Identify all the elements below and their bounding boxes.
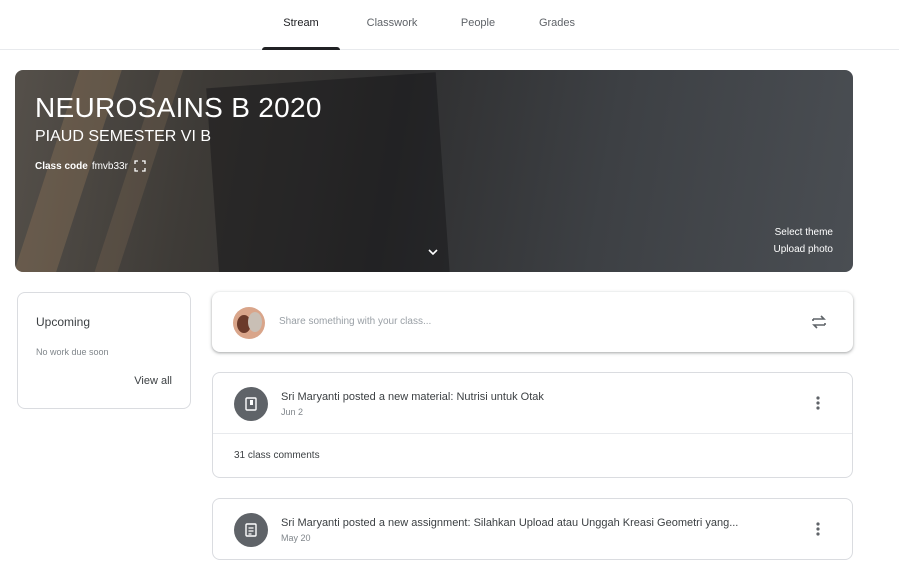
chevron-down-icon[interactable] [425, 244, 441, 260]
material-icon [234, 387, 268, 421]
post-headline[interactable]: Sri Maryanti posted a new material: Nutr… [281, 391, 544, 403]
class-code-label: Class code [35, 160, 88, 172]
tab-grades[interactable]: Grades [524, 0, 590, 50]
class-banner: NEUROSAINS B 2020 PIAUD SEMESTER VI B Cl… [15, 70, 853, 272]
avatar [233, 307, 265, 339]
class-comments-link[interactable]: 31 class comments [234, 450, 320, 461]
select-theme-link[interactable]: Select theme [775, 227, 833, 238]
tab-stream[interactable]: Stream [262, 0, 340, 50]
top-navigation: Stream Classwork People Grades [0, 0, 899, 50]
class-title: NEUROSAINS B 2020 [35, 92, 322, 123]
upcoming-card: Upcoming No work due soon View all [17, 292, 191, 409]
tab-classwork[interactable]: Classwork [352, 0, 432, 50]
post-divider [213, 433, 852, 434]
stream-post[interactable]: Sri Maryanti posted a new assignment: Si… [212, 498, 853, 560]
stream-post[interactable]: Sri Maryanti posted a new material: Nutr… [212, 372, 853, 478]
fullscreen-icon[interactable] [134, 160, 146, 172]
repost-icon[interactable] [809, 312, 829, 332]
more-options-icon[interactable] [810, 393, 826, 413]
class-section: PIAUD SEMESTER VI B [35, 128, 212, 145]
tab-people[interactable]: People [446, 0, 510, 50]
post-date: May 20 [281, 533, 311, 543]
view-all-link[interactable]: View all [134, 375, 172, 387]
more-options-icon[interactable] [810, 519, 826, 539]
share-input[interactable]: Share something with your class... [279, 316, 431, 327]
class-code: Class code fmvb33r [35, 160, 146, 172]
assignment-icon [234, 513, 268, 547]
upcoming-title: Upcoming [36, 315, 91, 329]
upload-photo-link[interactable]: Upload photo [774, 244, 834, 255]
post-headline[interactable]: Sri Maryanti posted a new assignment: Si… [281, 517, 738, 529]
upcoming-empty-text: No work due soon [36, 347, 109, 357]
class-code-value: fmvb33r [91, 160, 128, 172]
post-date: Jun 2 [281, 407, 304, 417]
share-announcement-box[interactable]: Share something with your class... [212, 292, 853, 352]
